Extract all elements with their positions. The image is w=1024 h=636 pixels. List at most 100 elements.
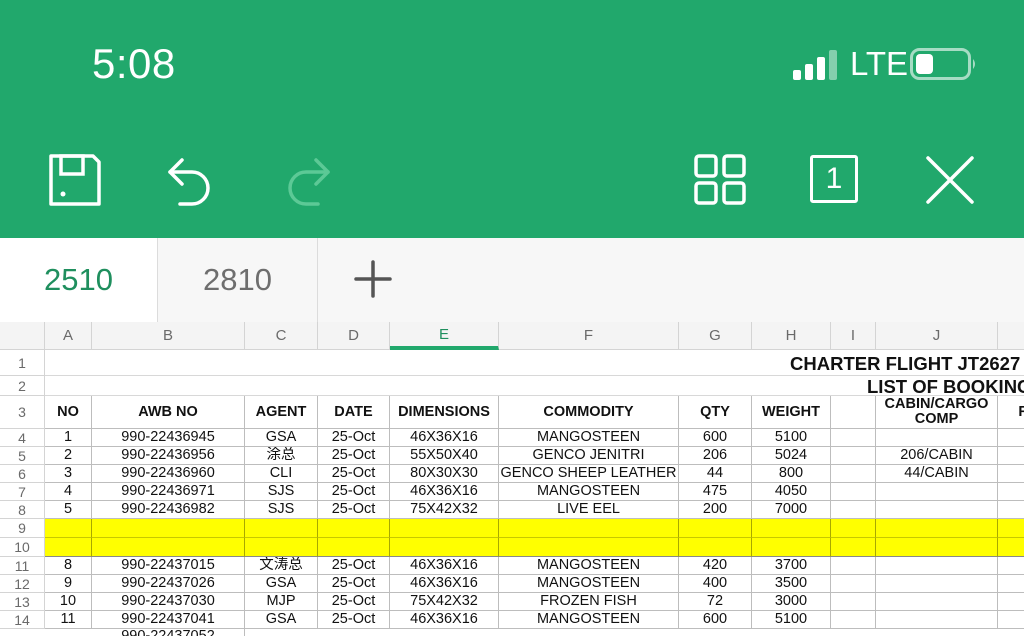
table-cell[interactable]: 25-Oct xyxy=(318,429,390,447)
table-cell[interactable] xyxy=(679,538,752,557)
table-cell[interactable]: 25-Oct xyxy=(318,575,390,593)
row-header-3[interactable]: 3 xyxy=(0,396,45,429)
table-cell[interactable]: 5100 xyxy=(752,429,831,447)
table-cell[interactable] xyxy=(998,429,1024,447)
table-cell[interactable]: MANGOSTEEN xyxy=(499,483,679,501)
table-cell[interactable]: 72 xyxy=(679,593,752,611)
table-cell[interactable]: 206/CABIN xyxy=(876,447,998,465)
tab-2810[interactable]: 2810 xyxy=(158,238,318,322)
table-cell[interactable] xyxy=(499,519,679,538)
column-label-qty[interactable]: QTY xyxy=(679,396,752,429)
row-header-8[interactable]: 8 xyxy=(0,501,45,519)
table-cell[interactable]: 990-22437015 xyxy=(92,557,245,575)
table-cell[interactable]: 2 xyxy=(45,447,92,465)
table-cell[interactable] xyxy=(998,557,1024,575)
column-header-b[interactable]: B xyxy=(92,322,245,350)
table-cell[interactable] xyxy=(831,465,876,483)
column-label-date[interactable]: DATE xyxy=(318,396,390,429)
table-cell[interactable] xyxy=(831,611,876,629)
table-cell[interactable] xyxy=(831,538,876,557)
save-icon[interactable] xyxy=(45,150,105,210)
table-cell[interactable] xyxy=(45,538,92,557)
table-cell[interactable] xyxy=(390,519,499,538)
table-cell[interactable] xyxy=(876,611,998,629)
spreadsheet-grid[interactable]: A B C D E F G H I J 1 2 3 4 5 6 7 8 9 10 11 12 13 14 CHARTER FLI… xyxy=(0,322,1024,636)
table-cell[interactable]: 46X36X16 xyxy=(390,557,499,575)
table-cell[interactable] xyxy=(92,519,245,538)
tab-2510[interactable]: 2510 xyxy=(0,238,158,322)
close-icon[interactable] xyxy=(920,150,980,210)
row-header-10[interactable]: 10 xyxy=(0,538,45,557)
table-cell[interactable] xyxy=(876,501,998,519)
column-label-cabin-cargo-comp[interactable]: CABIN/CARGO COMP xyxy=(876,396,998,429)
table-cell[interactable] xyxy=(998,611,1024,629)
table-cell[interactable]: 10 xyxy=(45,593,92,611)
table-cell[interactable] xyxy=(752,519,831,538)
table-cell[interactable]: MJP xyxy=(245,593,318,611)
column-header-i[interactable]: I xyxy=(831,322,876,350)
table-cell[interactable]: 44/CABIN xyxy=(876,465,998,483)
column-header-h[interactable]: H xyxy=(752,322,831,350)
table-cell[interactable]: 990-22437030 xyxy=(92,593,245,611)
table-cell[interactable] xyxy=(245,519,318,538)
table-cell[interactable] xyxy=(318,519,390,538)
column-header-j[interactable]: J xyxy=(876,322,998,350)
column-label-awb-no[interactable]: AWB NO xyxy=(92,396,245,429)
table-cell[interactable]: 206 xyxy=(679,447,752,465)
table-cell[interactable]: 600 xyxy=(679,611,752,629)
table-cell[interactable]: GENCO SHEEP LEATHER xyxy=(499,465,679,483)
row-header-9[interactable]: 9 xyxy=(0,519,45,538)
row-header-12[interactable]: 12 xyxy=(0,575,45,593)
table-cell[interactable] xyxy=(245,538,318,557)
table-cell[interactable]: 11 xyxy=(45,611,92,629)
column-header-k[interactable] xyxy=(998,322,1024,350)
row-header-14[interactable]: 14 xyxy=(0,611,45,629)
table-cell[interactable]: 200 xyxy=(679,501,752,519)
table-cell[interactable]: 25-Oct xyxy=(318,593,390,611)
table-cell[interactable] xyxy=(998,593,1024,611)
table-cell[interactable] xyxy=(831,429,876,447)
table-cell[interactable]: MANGOSTEEN xyxy=(499,611,679,629)
table-cell[interactable]: 75X42X32 xyxy=(390,501,499,519)
table-cell[interactable]: 1 xyxy=(45,429,92,447)
grid-view-icon[interactable] xyxy=(692,150,752,210)
table-cell[interactable]: 990-22436945 xyxy=(92,429,245,447)
table-cell[interactable]: 800 xyxy=(752,465,831,483)
table-cell[interactable] xyxy=(45,519,92,538)
table-cell[interactable] xyxy=(831,575,876,593)
table-cell[interactable]: MANGOSTEEN xyxy=(499,429,679,447)
table-cell[interactable] xyxy=(998,575,1024,593)
table-cell[interactable]: 400 xyxy=(679,575,752,593)
table-cell[interactable] xyxy=(831,519,876,538)
table-cell[interactable] xyxy=(876,593,998,611)
table-cell[interactable]: 5024 xyxy=(752,447,831,465)
table-cell[interactable]: 8 xyxy=(45,557,92,575)
column-label-commodity[interactable]: COMMODITY xyxy=(499,396,679,429)
table-cell[interactable]: 55X50X40 xyxy=(390,447,499,465)
table-cell[interactable]: MANGOSTEEN xyxy=(499,557,679,575)
row-header-13[interactable]: 13 xyxy=(0,593,45,611)
redo-icon[interactable] xyxy=(278,150,338,210)
table-cell[interactable]: 4 xyxy=(45,483,92,501)
sheet-count-icon[interactable]: 1 xyxy=(810,155,858,203)
column-header-g[interactable]: G xyxy=(679,322,752,350)
row-header-6[interactable]: 6 xyxy=(0,465,45,483)
table-cell[interactable] xyxy=(679,519,752,538)
column-header-f[interactable]: F xyxy=(499,322,679,350)
table-cell[interactable]: 75X42X32 xyxy=(390,593,499,611)
table-cell[interactable] xyxy=(390,538,499,557)
table-cell[interactable]: SJS xyxy=(245,483,318,501)
table-cell[interactable]: CLI xyxy=(245,465,318,483)
table-cell[interactable]: 文涛总 xyxy=(245,557,318,575)
table-cell[interactable]: 5100 xyxy=(752,611,831,629)
select-all-corner[interactable] xyxy=(0,322,45,350)
table-cell[interactable]: 25-Oct xyxy=(318,611,390,629)
table-cell-partial[interactable]: 990-22437052 xyxy=(92,629,245,636)
table-cell[interactable]: 600 xyxy=(679,429,752,447)
table-cell[interactable] xyxy=(318,538,390,557)
row-header-1[interactable]: 1 xyxy=(0,350,45,376)
table-cell[interactable] xyxy=(876,429,998,447)
table-cell[interactable] xyxy=(998,483,1024,501)
table-cell[interactable]: 5 xyxy=(45,501,92,519)
table-cell[interactable]: 46X36X16 xyxy=(390,611,499,629)
